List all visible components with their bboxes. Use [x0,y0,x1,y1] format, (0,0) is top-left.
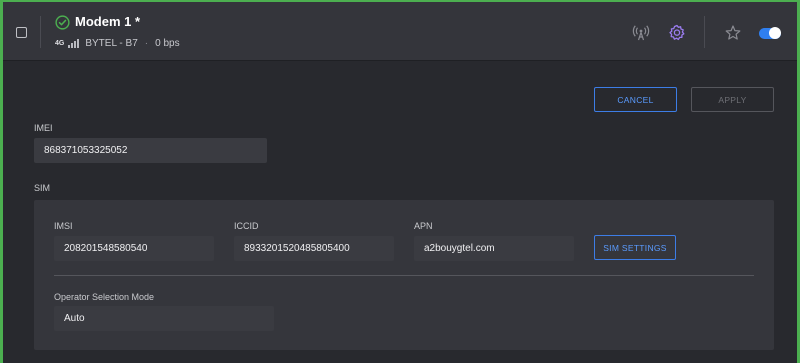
network-type-badge: 4G [55,40,65,47]
apply-button[interactable]: APPLY [691,87,774,112]
sim-settings-button[interactable]: SIM SETTINGS [594,235,676,260]
divider [54,275,754,276]
apn-field[interactable]: a2bouygtel.com [414,236,574,261]
modem-enable-toggle[interactable] [759,27,781,39]
apn-label: APN [414,221,433,231]
imsi-field[interactable]: 208201548580540 [54,236,214,261]
check-circle-icon [55,15,70,30]
modem-header: Modem 1 * 4G BYTEL - B7 · 0 bps [3,2,797,61]
sim-section-label: SIM [34,183,51,193]
modem-card: Modem 1 * 4G BYTEL - B7 · 0 bps CANCEL A… [0,0,800,363]
separator-dot: · [144,38,149,49]
imei-label: IMEI [34,123,53,133]
operator-mode-select[interactable]: Auto [54,306,274,331]
modem-subtitle: 4G BYTEL - B7 · 0 bps [55,38,180,49]
divider [704,16,705,48]
operator-name: BYTEL - B7 [85,38,138,49]
operator-mode-label: Operator Selection Mode [54,292,155,302]
imei-field[interactable]: 868371053325052 [34,138,267,163]
iccid-field[interactable]: 8933201520485805400 [234,236,394,261]
select-checkbox[interactable] [16,27,27,38]
imsi-label: IMSI [54,221,73,231]
cancel-button[interactable]: CANCEL [594,87,677,112]
gear-icon[interactable] [668,24,686,42]
star-icon[interactable] [724,24,742,42]
divider [40,16,41,48]
toggle-knob [769,27,781,39]
data-speed: 0 bps [155,38,180,49]
iccid-label: ICCID [234,221,259,231]
signal-strength-icon [68,39,80,48]
antenna-icon[interactable] [632,24,650,42]
modem-title: Modem 1 * [75,14,141,29]
